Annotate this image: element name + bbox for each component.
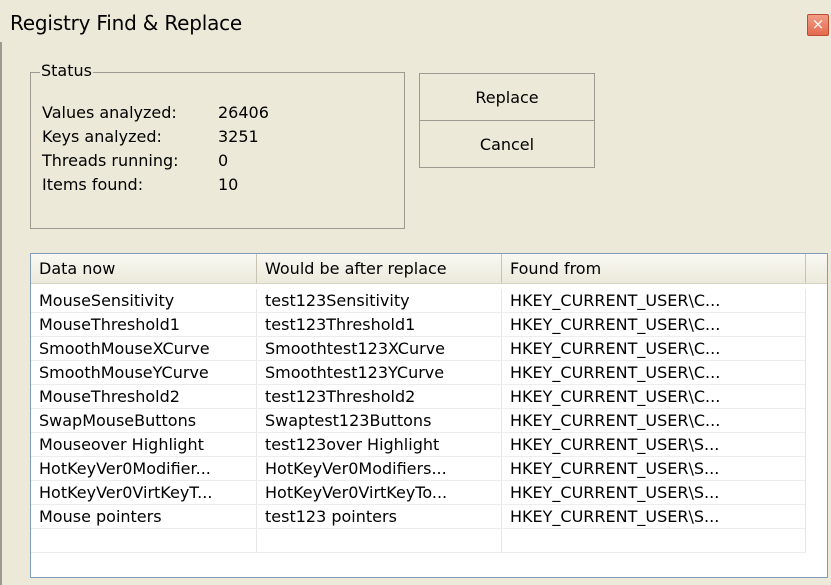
found-from-cell xyxy=(502,529,806,553)
column-header-after-replace[interactable]: Would be after replace xyxy=(257,254,502,283)
cancel-button[interactable]: Cancel xyxy=(419,120,595,168)
found-from-cell: HKEY_CURRENT_USER\C... xyxy=(502,361,806,385)
after-replace-cell: Smoothtest123XCurve xyxy=(257,337,502,361)
data-now-cell: SwapMouseButtons xyxy=(31,409,257,433)
after-replace-cell: Swaptest123Buttons xyxy=(257,409,502,433)
data-now-cell: SmoothMouseYCurve xyxy=(31,361,257,385)
table-row[interactable]: Mouse pointers test123 pointers HKEY_CURRE… xyxy=(31,505,827,529)
table-row[interactable]: MouseSensitivity test123Sensitivity HKEY_C… xyxy=(31,289,827,313)
found-from-cell: HKEY_CURRENT_USER\C... xyxy=(502,385,806,409)
table-row[interactable]: MouseThreshold2 test123Threshold2 HKEY_CUR… xyxy=(31,385,827,409)
title-bar[interactable]: Registry Find & Replace × xyxy=(0,0,831,42)
results-list-header: Data now Would be after replace Found fr… xyxy=(31,254,827,284)
table-row[interactable]: HotKeyVer0Modifier... HotKeyVer0Modifiers… xyxy=(31,457,827,481)
keys-analyzed-label: Keys analyzed: xyxy=(42,127,162,146)
after-replace-cell: test123 pointers xyxy=(257,505,502,529)
data-now-cell xyxy=(31,529,257,553)
data-now-cell: MouseThreshold1 xyxy=(31,313,257,337)
window-title: Registry Find & Replace xyxy=(10,11,243,35)
status-legend: Status xyxy=(40,61,93,80)
table-row-empty xyxy=(31,529,827,553)
column-header-data-now[interactable]: Data now xyxy=(31,254,257,283)
data-now-cell: MouseSensitivity xyxy=(31,289,257,313)
replace-button[interactable]: Replace xyxy=(419,73,595,121)
column-header-found-from[interactable]: Found from xyxy=(502,254,806,283)
found-from-cell: HKEY_CURRENT_USER\C... xyxy=(502,289,806,313)
after-replace-cell: test123Threshold1 xyxy=(257,313,502,337)
found-from-cell: HKEY_CURRENT_USER\C... xyxy=(502,409,806,433)
close-icon[interactable]: × xyxy=(807,14,829,36)
after-replace-cell: test123Threshold2 xyxy=(257,385,502,409)
threads-running-label: Threads running: xyxy=(42,151,179,170)
table-row[interactable]: SmoothMouseXCurve Smoothtest123XCurve HKEY… xyxy=(31,337,827,361)
data-now-cell: SmoothMouseXCurve xyxy=(31,337,257,361)
data-now-cell: Mouseover Highlight xyxy=(31,433,257,457)
found-from-cell: HKEY_CURRENT_USER\S... xyxy=(502,457,806,481)
table-row[interactable]: SwapMouseButtons Swaptest123Buttons HKEY_C… xyxy=(31,409,827,433)
after-replace-cell: Smoothtest123YCurve xyxy=(257,361,502,385)
table-row[interactable]: MouseThreshold1 test123Threshold1 HKEY_CUR… xyxy=(31,313,827,337)
data-now-cell: HotKeyVer0VirtKeyT... xyxy=(31,481,257,505)
table-row[interactable]: Mouseover Highlight test123over Highlight… xyxy=(31,433,827,457)
after-replace-cell: test123Sensitivity xyxy=(257,289,502,313)
after-replace-cell: test123over Highlight xyxy=(257,433,502,457)
results-list[interactable]: Data now Would be after replace Found fr… xyxy=(30,253,828,578)
data-now-cell: HotKeyVer0Modifier... xyxy=(31,457,257,481)
found-from-cell: HKEY_CURRENT_USER\C... xyxy=(502,337,806,361)
data-now-cell: MouseThreshold2 xyxy=(31,385,257,409)
items-found-value: 10 xyxy=(218,175,239,194)
column-header-filler xyxy=(806,254,827,283)
keys-analyzed-value: 3251 xyxy=(218,127,259,146)
values-analyzed-value: 26406 xyxy=(218,103,269,122)
items-found-label: Items found: xyxy=(42,175,144,194)
table-row[interactable]: SmoothMouseYCurve Smoothtest123YCurve HKEY… xyxy=(31,361,827,385)
found-from-cell: HKEY_CURRENT_USER\C... xyxy=(502,313,806,337)
data-now-cell: Mouse pointers xyxy=(31,505,257,529)
after-replace-cell: HotKeyVer0VirtKeyTo... xyxy=(257,481,502,505)
after-replace-cell xyxy=(257,529,502,553)
found-from-cell: HKEY_CURRENT_USER\S... xyxy=(502,481,806,505)
found-from-cell: HKEY_CURRENT_USER\S... xyxy=(502,505,806,529)
found-from-cell: HKEY_CURRENT_USER\S... xyxy=(502,433,806,457)
table-row[interactable]: HotKeyVer0VirtKeyT... HotKeyVer0VirtKeyTo… xyxy=(31,481,827,505)
threads-running-value: 0 xyxy=(218,151,229,170)
values-analyzed-label: Values analyzed: xyxy=(42,103,177,122)
after-replace-cell: HotKeyVer0Modifiers... xyxy=(257,457,502,481)
